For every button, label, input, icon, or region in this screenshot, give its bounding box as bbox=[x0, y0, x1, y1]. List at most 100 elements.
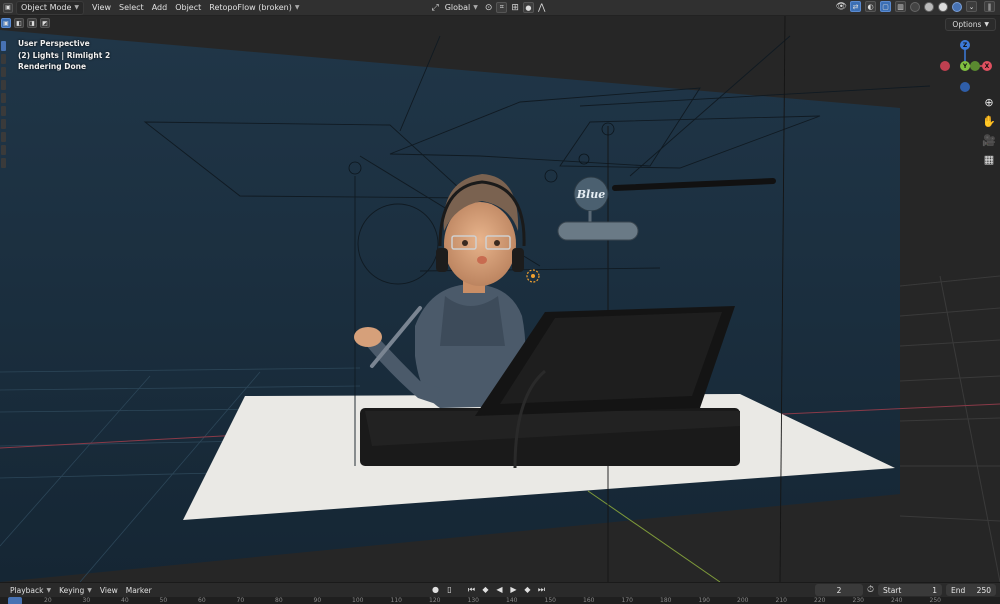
pan-hand-icon[interactable]: ✋ bbox=[982, 115, 996, 128]
cursor-tool-icon[interactable] bbox=[1, 54, 6, 64]
ruler-tick: 90 bbox=[313, 597, 322, 604]
selection-mode-buttons: ▣ ◧ ◨ ◩ bbox=[0, 18, 51, 28]
options-dropdown[interactable]: Options ▼ bbox=[945, 18, 996, 31]
mode-label: Object Mode bbox=[21, 3, 72, 12]
play-icon[interactable]: ▶ bbox=[508, 584, 519, 595]
gizmo-x-axis[interactable]: X bbox=[982, 61, 992, 71]
gizmo-neg-z-axis[interactable] bbox=[960, 82, 970, 92]
chevron-down-icon: ▼ bbox=[473, 4, 478, 11]
start-label: Start bbox=[883, 585, 902, 595]
ruler-tick: 190 bbox=[698, 597, 710, 604]
menu-marker[interactable]: Marker bbox=[122, 583, 156, 597]
select-extend-icon[interactable]: ◧ bbox=[14, 18, 24, 28]
record-icon[interactable]: ● bbox=[430, 584, 441, 595]
collection-object-text: (2) Lights | Rimlight 2 bbox=[18, 50, 111, 60]
shading-options-icon[interactable]: ⌄ bbox=[966, 1, 977, 12]
snap-icon[interactable]: ⌗ bbox=[496, 2, 508, 13]
snap-target-icon[interactable]: ⊞ bbox=[511, 3, 519, 13]
menu-playback-label: Playback bbox=[10, 585, 44, 595]
next-keyframe-icon[interactable]: ◆ bbox=[522, 584, 533, 595]
mode-dropdown[interactable]: Object Mode ▼ bbox=[16, 0, 85, 15]
falloff-icon[interactable]: ⋀ bbox=[538, 3, 545, 13]
ruler-tick: 170 bbox=[621, 597, 633, 604]
stopwatch-icon[interactable]: ⏱ bbox=[867, 585, 874, 595]
ruler-tick: 200 bbox=[737, 597, 749, 604]
proportional-edit-icon[interactable]: ● bbox=[522, 2, 534, 13]
sidebar-toggle-icon[interactable]: ‖ bbox=[984, 1, 995, 12]
measure-tool-icon[interactable] bbox=[1, 132, 6, 142]
xray-toggle-icon[interactable]: ▥ bbox=[895, 1, 906, 12]
frame-ruler[interactable]: 20 30 40 50 60 70 80 90 100 110 120 130 140 150 160 170… bbox=[0, 597, 1000, 604]
material-shading-icon[interactable] bbox=[938, 1, 948, 12]
menu-timeline-view[interactable]: View bbox=[96, 583, 122, 597]
ruler-tick: 220 bbox=[814, 597, 826, 604]
ruler-tick: 120 bbox=[429, 597, 441, 604]
menu-keying-label: Keying bbox=[59, 585, 85, 595]
prev-keyframe-icon[interactable]: ◆ bbox=[480, 584, 491, 595]
auto-key-options-icon[interactable]: ▯ bbox=[444, 584, 455, 595]
menu-view[interactable]: View bbox=[88, 1, 115, 15]
scale-tool-icon[interactable] bbox=[1, 93, 6, 103]
ruler-tick: 240 bbox=[891, 597, 903, 604]
grid-perspective-icon[interactable]: ▦ bbox=[983, 153, 996, 166]
orientation-dropdown[interactable]: Global ▼ bbox=[441, 1, 482, 15]
select-intersect-icon[interactable]: ◩ bbox=[40, 18, 50, 28]
zoom-icon[interactable]: ⊕ bbox=[983, 96, 996, 109]
3d-viewport[interactable]: Blue ▣ ◧ ◨ ◩ User Perspective (2) Lights… bbox=[0, 16, 1000, 582]
menu-playback[interactable]: Playback ▼ bbox=[6, 583, 55, 597]
visibility-icon[interactable]: 👁 bbox=[836, 2, 847, 12]
gizmo-y-axis[interactable]: Y bbox=[960, 61, 970, 71]
play-reverse-icon[interactable]: ◀ bbox=[494, 584, 505, 595]
rotate-tool-icon[interactable] bbox=[1, 80, 6, 90]
transform-tool-icon[interactable] bbox=[1, 106, 6, 116]
navigation-gizmo[interactable]: Z Y X bbox=[940, 38, 996, 98]
render-status-text: Rendering Done bbox=[18, 62, 87, 71]
end-frame-field[interactable]: End 250 bbox=[946, 584, 996, 596]
chevron-down-icon: ▼ bbox=[46, 586, 52, 594]
ruler-tick: 80 bbox=[275, 597, 283, 604]
ruler-tick: 20 bbox=[44, 597, 52, 604]
menu-keying[interactable]: Keying ▼ bbox=[55, 583, 96, 597]
chevron-down-icon: ▼ bbox=[984, 21, 989, 28]
gizmo-neg-y-axis[interactable] bbox=[970, 61, 980, 71]
select-new-icon[interactable]: ▣ bbox=[1, 18, 11, 28]
addon-menu[interactable]: RetopoFlow (broken) ▼ bbox=[205, 1, 303, 15]
editor-type-icon[interactable]: ▣ bbox=[3, 2, 13, 13]
editor-type-button[interactable]: ▣ bbox=[2, 2, 14, 13]
menu-object[interactable]: Object bbox=[171, 1, 205, 15]
add-cube-tool-icon[interactable] bbox=[1, 145, 6, 155]
select-box-tool-icon[interactable] bbox=[1, 41, 6, 51]
menu-add[interactable]: Add bbox=[148, 1, 172, 15]
menu-select[interactable]: Select bbox=[115, 1, 148, 15]
solid-shading-icon[interactable] bbox=[924, 1, 934, 12]
current-frame-field[interactable]: 2 bbox=[814, 584, 863, 596]
frame-range: 2 ⏱ Start 1 End 250 bbox=[814, 584, 996, 596]
xray-icon[interactable]: ▢ bbox=[880, 1, 891, 12]
playhead[interactable] bbox=[8, 597, 22, 604]
overlays-icon[interactable]: ◐ bbox=[865, 1, 876, 12]
orientation-label: Global bbox=[444, 3, 471, 12]
gizmo-z-axis[interactable]: Z bbox=[960, 40, 970, 50]
move-tool-icon[interactable] bbox=[1, 67, 6, 77]
end-label: End bbox=[951, 585, 966, 595]
gizmo-neg-x-axis[interactable] bbox=[940, 61, 950, 71]
ruler-tick: 210 bbox=[775, 597, 787, 604]
jump-start-icon[interactable]: ⏮ bbox=[466, 584, 477, 595]
ruler-tick: 110 bbox=[390, 597, 402, 604]
ruler-tick: 180 bbox=[660, 597, 672, 604]
camera-icon[interactable]: 🎥 bbox=[982, 134, 996, 147]
view-type-text: User Perspective bbox=[18, 39, 90, 48]
annotate-tool-icon[interactable] bbox=[1, 119, 6, 129]
timeline-menus: Playback ▼ Keying ▼ View Marker bbox=[6, 583, 156, 597]
rendered-shading-icon[interactable] bbox=[952, 1, 962, 12]
wireframe-shading-icon[interactable] bbox=[910, 1, 920, 12]
pivot-icon[interactable]: ⊙ bbox=[485, 3, 493, 13]
chevron-down-icon: ▼ bbox=[74, 4, 80, 11]
jump-end-icon[interactable]: ⏭ bbox=[536, 584, 547, 595]
start-frame-field[interactable]: Start 1 bbox=[878, 584, 942, 596]
select-subtract-icon[interactable]: ◨ bbox=[27, 18, 37, 28]
extra-tool-icon[interactable] bbox=[1, 158, 6, 168]
ruler-tick: 60 bbox=[198, 597, 206, 604]
gizmo-toggle-icon[interactable]: ⇄ bbox=[850, 1, 861, 12]
navigation-tools: ⊕ ✋ 🎥 ▦ bbox=[982, 96, 996, 166]
